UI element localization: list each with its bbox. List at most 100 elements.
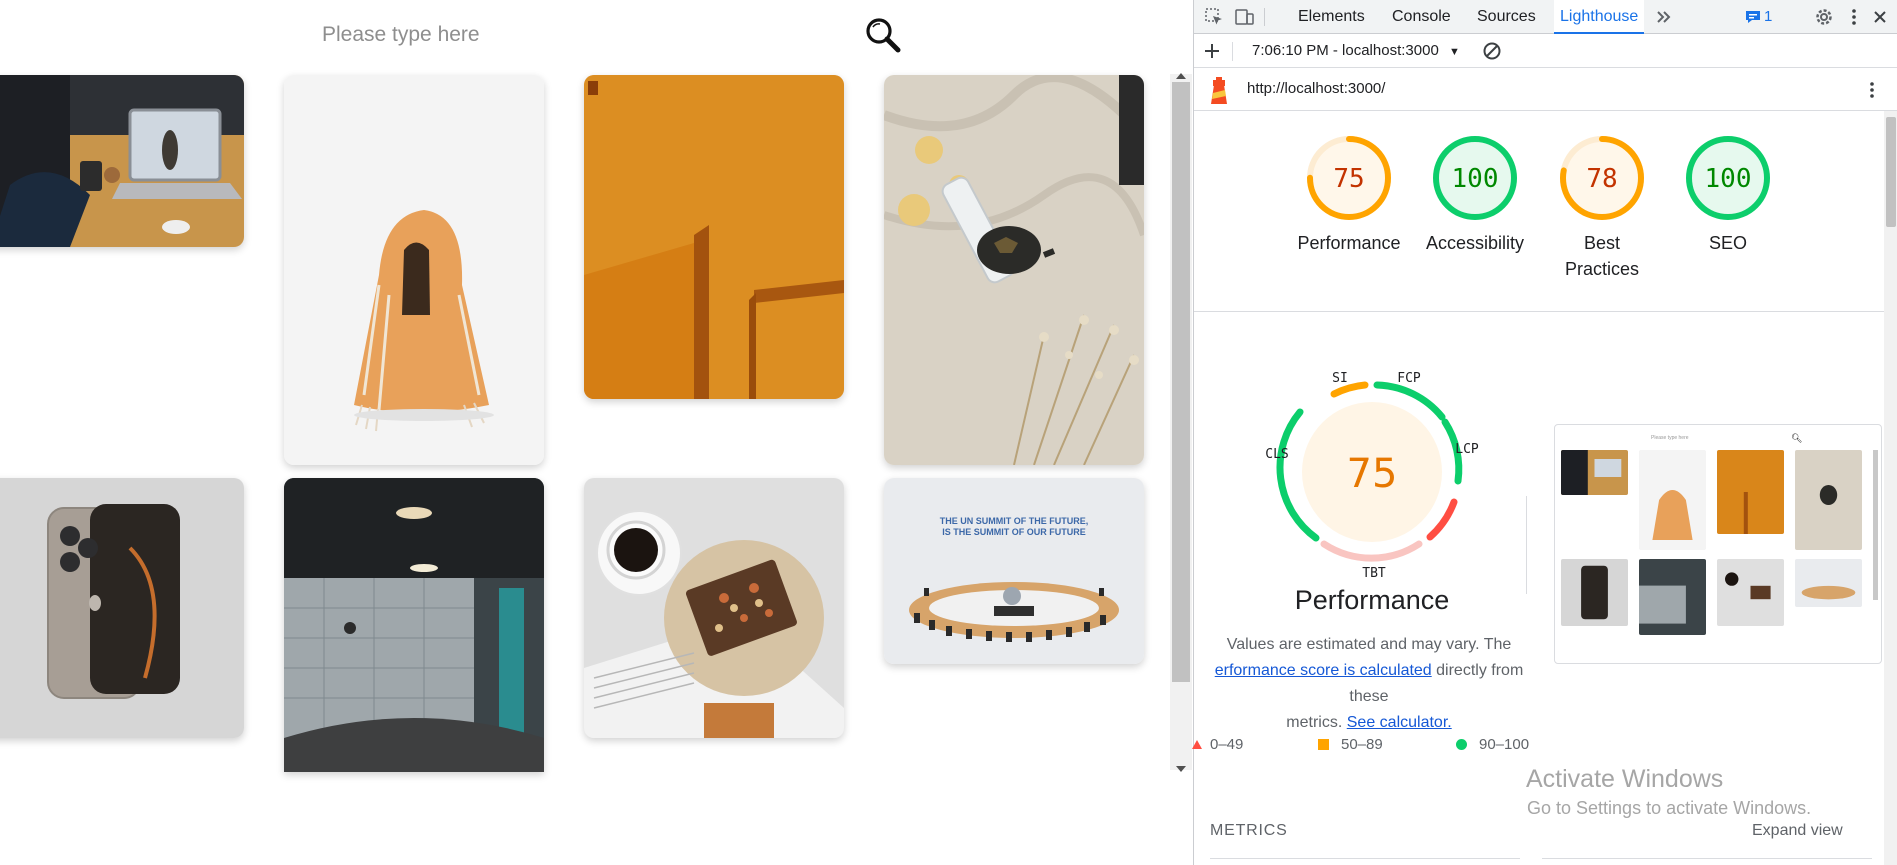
metrics-divider-right	[1542, 858, 1872, 859]
score-value-best-practices: 78	[1586, 164, 1617, 194]
magnifier-icon[interactable]	[862, 14, 906, 54]
device-toolbar-icon[interactable]	[1234, 7, 1254, 27]
report-menu-kebab-icon[interactable]	[1862, 80, 1882, 100]
gallery-page: THE UN SUMMIT OF THE FUTURE, IS THE SUMM…	[0, 0, 1193, 865]
perf-desc-line3: metrics.	[1286, 714, 1347, 731]
activate-windows-subtitle: Go to Settings to activate Windows.	[1527, 798, 1812, 818]
metric-label-tbt: TBT	[1362, 566, 1386, 581]
inspect-element-icon[interactable]	[1204, 7, 1224, 27]
pass-circle-icon	[1456, 739, 1467, 750]
coffee-chocolate-photo[interactable]	[584, 478, 844, 738]
thumb-summit	[1795, 559, 1862, 607]
thumb-coffee	[1717, 559, 1784, 626]
tortoise-linen-photo[interactable]	[884, 75, 1144, 465]
score-value-performance: 75	[1333, 164, 1364, 194]
performance-title: Performance	[1294, 585, 1450, 615]
metric-label-fcp: FCP	[1397, 371, 1421, 386]
score-gauge-accessibility[interactable]: 100 Accessibility	[1420, 133, 1530, 256]
section-divider	[1194, 311, 1884, 312]
laptop-desk-photo[interactable]	[0, 75, 244, 247]
thumb-magnifier-icon: 🔍︎	[1791, 433, 1803, 443]
new-report-plus-icon[interactable]	[1202, 41, 1222, 61]
legend-fail-label: 0–49	[1210, 736, 1244, 753]
score-label-seo: SEO	[1708, 233, 1747, 253]
performance-description: Values are estimated and may vary. The e…	[1194, 632, 1544, 736]
score-label-performance: Performance	[1297, 233, 1401, 253]
metrics-divider-left	[1210, 858, 1520, 859]
metrics-heading: METRICS	[1210, 822, 1288, 839]
issues-icon[interactable]	[1744, 8, 1764, 28]
thumb-blanket	[1639, 450, 1706, 550]
legend-average-label: 50–89	[1341, 736, 1383, 753]
fail-triangle-icon	[1192, 740, 1202, 749]
score-calculated-link[interactable]: erformance score is calculated	[1215, 662, 1432, 679]
final-screenshot-thumbnail[interactable]: Please type here 🔍︎	[1554, 424, 1882, 664]
metric-label-cls: CLS	[1265, 447, 1288, 462]
scroll-thumb[interactable]	[1172, 82, 1190, 682]
blanket-dog-photo[interactable]	[284, 75, 544, 465]
more-options-kebab-icon[interactable]	[1844, 7, 1864, 27]
activate-windows-title: Activate Windows	[1526, 765, 1724, 793]
score-label-best-practices: Best Practices	[1564, 233, 1640, 279]
thumb-tunnel	[1639, 559, 1706, 635]
page-scrollbar[interactable]	[1170, 73, 1192, 772]
tab-console[interactable]: Console	[1386, 0, 1457, 34]
tab-lighthouse[interactable]: Lighthouse	[1554, 0, 1645, 34]
tab-sources[interactable]: Sources	[1471, 0, 1542, 34]
thumb-iphone	[1561, 559, 1628, 626]
clear-reports-icon[interactable]	[1482, 41, 1502, 61]
metric-label-lcp: LCP	[1455, 442, 1479, 457]
iphone-photo[interactable]	[0, 478, 244, 738]
score-label-accessibility: Accessibility	[1425, 233, 1525, 253]
thumb-tortoise	[1795, 450, 1862, 550]
svg-text:IS THE SUMMIT OF OUR FUTURE: IS THE SUMMIT OF OUR FUTURE	[942, 527, 1086, 537]
svg-text:THE UN SUMMIT OF THE FUTURE,: THE UN SUMMIT OF THE FUTURE,	[940, 516, 1089, 526]
see-calculator-link[interactable]: See calculator.	[1347, 714, 1452, 731]
orange-wall-photo[interactable]	[584, 75, 844, 399]
average-square-icon	[1318, 739, 1329, 750]
vertical-separator	[1526, 496, 1527, 594]
score-value-seo: 100	[1705, 164, 1752, 194]
lighthouse-logo-icon	[1208, 77, 1230, 110]
legend-pass-label: 90–100	[1479, 736, 1530, 753]
legend-average: 50–89	[1318, 736, 1383, 753]
performance-score-large: 75	[1347, 451, 1398, 497]
report-select-label: 7:06:10 PM - localhost:3000	[1252, 42, 1439, 59]
tunnel-corridor-photo[interactable]	[284, 478, 544, 772]
score-gauge-best-practices[interactable]: 78 Best Practices	[1547, 133, 1657, 282]
score-gauge-performance[interactable]: 75 Performance	[1294, 133, 1404, 256]
thumb-laptop	[1561, 450, 1628, 495]
legend-pass: 90–100	[1456, 736, 1529, 753]
settings-gear-icon[interactable]	[1814, 7, 1834, 27]
score-value-accessibility: 100	[1452, 164, 1499, 194]
thumb-orange	[1717, 450, 1784, 534]
metric-label-si: SI	[1332, 371, 1348, 386]
devtools-scrollbar[interactable]	[1884, 111, 1897, 865]
report-select[interactable]: 7:06:10 PM - localhost:3000 ▼	[1252, 42, 1460, 59]
more-tabs-chevron-icon[interactable]	[1654, 7, 1674, 27]
devtools-panel: Elements Console Sources Lighthouse 1 7:…	[1192, 0, 1897, 865]
lighthouse-toolbar: 7:06:10 PM - localhost:3000 ▼	[1194, 35, 1897, 68]
devtools-scroll-thumb[interactable]	[1886, 117, 1896, 227]
legend-fail: 0–49	[1192, 736, 1244, 753]
search-input[interactable]	[320, 15, 840, 55]
report-url[interactable]: http://localhost:3000/	[1247, 80, 1385, 97]
perf-desc-line1: Values are estimated and may vary. The	[1226, 636, 1512, 653]
thumb-search-placeholder: Please type here	[1651, 435, 1689, 441]
chevron-down-icon: ▼	[1448, 46, 1460, 58]
close-devtools-icon[interactable]	[1870, 7, 1890, 27]
toolbar-separator	[1232, 42, 1233, 61]
scroll-up-arrow-icon[interactable]	[1176, 73, 1186, 79]
issues-count[interactable]: 1	[1764, 8, 1772, 25]
expand-view-toggle[interactable]: Expand view	[1752, 822, 1843, 840]
performance-gauge-large: 75 SI FCP LCP TBT CLS	[1234, 362, 1514, 588]
report-url-bar: http://localhost:3000/	[1194, 69, 1897, 111]
devtools-tab-bar: Elements Console Sources Lighthouse 1	[1194, 0, 1897, 34]
screen: THE UN SUMMIT OF THE FUTURE, IS THE SUMM…	[0, 0, 1897, 865]
scroll-down-arrow-icon[interactable]	[1176, 766, 1186, 772]
thumb-scrollbar	[1873, 450, 1878, 600]
tab-separator	[1264, 8, 1265, 26]
tab-elements[interactable]: Elements	[1292, 0, 1371, 34]
un-summit-photo[interactable]: THE UN SUMMIT OF THE FUTURE, IS THE SUMM…	[884, 478, 1144, 664]
score-gauge-seo[interactable]: 100 SEO	[1673, 133, 1783, 256]
